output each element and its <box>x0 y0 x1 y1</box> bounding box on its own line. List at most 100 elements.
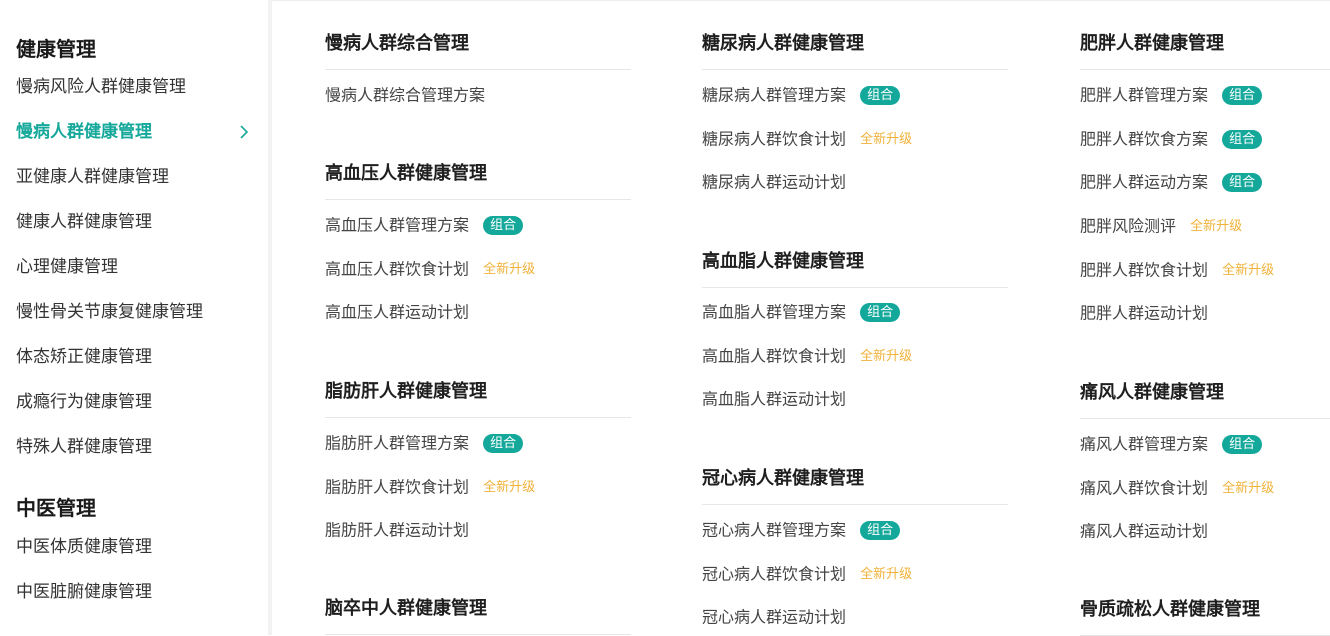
menu-item[interactable]: 冠心病人群管理方案 组合 <box>702 518 901 542</box>
menu-item[interactable]: 高血压人群运动计划 <box>325 300 469 324</box>
chevron-right-icon <box>240 125 249 139</box>
menu-item-label: 脂肪肝人群饮食计划 <box>325 477 470 497</box>
menu-item[interactable]: 高血压人群管理方案 组合 <box>325 213 524 237</box>
sidebar-heading-tcm: 中医管理 <box>16 496 96 520</box>
sidebar-item-tcm-constitution[interactable]: 中医体质健康管理 <box>16 535 252 559</box>
menu-item-label: 高血压人群饮食计划 <box>325 259 470 279</box>
upgrade-badge: 全新升级 <box>483 479 536 495</box>
combo-badge: 组合 <box>860 303 901 322</box>
menu-item-label: 冠心病人群运动计划 <box>702 607 847 627</box>
sidebar-item-label: 慢病人群健康管理 <box>16 122 152 142</box>
menu-item-label: 冠心病人群管理方案 <box>702 520 847 540</box>
menu-item-label: 肥胖人群饮食方案 <box>1080 129 1209 149</box>
combo-badge: 组合 <box>1222 130 1263 149</box>
menu-item-label: 糖尿病人群管理方案 <box>702 85 847 105</box>
menu-item[interactable]: 痛风人群管理方案 组合 <box>1080 432 1263 456</box>
menu-item[interactable]: 冠心病人群饮食计划 全新升级 <box>702 562 912 586</box>
menu-item[interactable]: 肥胖人群管理方案 组合 <box>1080 83 1263 107</box>
menu-item-label: 肥胖人群饮食计划 <box>1080 260 1209 280</box>
menu-item-label: 肥胖人群管理方案 <box>1080 85 1209 105</box>
menu-item-label: 高血脂人群饮食计划 <box>702 346 847 366</box>
upgrade-badge: 全新升级 <box>860 566 913 582</box>
section-gout: 痛风人群健康管理 痛风人群管理方案 组合 痛风人群饮食计划 全新升级 痛风人群运… <box>1080 381 1330 541</box>
section-diabetes: 糖尿病人群健康管理 糖尿病人群管理方案 组合 糖尿病人群饮食计划 全新升级 糖尿… <box>702 32 1008 192</box>
section-osteoporosis: 骨质疏松人群健康管理 <box>1080 598 1330 636</box>
menu-item-label: 高血脂人群运动计划 <box>702 389 847 409</box>
sidebar-item-healthy[interactable]: 健康人群健康管理 <box>16 210 252 234</box>
menu-item[interactable]: 糖尿病人群饮食计划 全新升级 <box>702 127 912 151</box>
upgrade-badge: 全新升级 <box>860 348 913 364</box>
combo-badge: 组合 <box>1222 173 1263 192</box>
menu-item-label: 脂肪肝人群运动计划 <box>325 520 470 540</box>
combo-badge: 组合 <box>483 216 524 235</box>
menu-item-label: 糖尿病人群饮食计划 <box>702 129 847 149</box>
menu-item[interactable]: 慢病人群综合管理方案 <box>325 83 485 107</box>
combo-badge: 组合 <box>483 434 524 453</box>
section-obesity: 肥胖人群健康管理 肥胖人群管理方案 组合 肥胖人群饮食方案 组合 肥胖人群运动方… <box>1080 32 1330 323</box>
upgrade-badge: 全新升级 <box>483 261 536 277</box>
sidebar-item-addiction[interactable]: 成瘾行为健康管理 <box>16 390 252 414</box>
section-title: 慢病人群综合管理 <box>325 32 631 70</box>
sidebar-item-chronic[interactable]: 慢病人群健康管理 <box>16 120 252 144</box>
menu-item[interactable]: 痛风人群饮食计划 全新升级 <box>1080 476 1274 500</box>
sidebar-heading-health: 健康管理 <box>16 37 96 61</box>
menu-item[interactable]: 高血脂人群饮食计划 全新升级 <box>702 344 912 368</box>
sidebar-item-mental[interactable]: 心理健康管理 <box>16 255 252 279</box>
section-stroke: 脑卒中人群健康管理 <box>325 597 631 635</box>
upgrade-badge: 全新升级 <box>860 131 913 147</box>
menu-item[interactable]: 糖尿病人群运动计划 <box>702 170 846 194</box>
section-title: 痛风人群健康管理 <box>1080 381 1330 419</box>
menu-item[interactable]: 肥胖风险测评 全新升级 <box>1080 214 1242 238</box>
sidebar-item-posture[interactable]: 体态矫正健康管理 <box>16 345 252 369</box>
menu-item[interactable]: 高血脂人群管理方案 组合 <box>702 300 901 324</box>
section-chronic-comprehensive: 慢病人群综合管理 慢病人群综合管理方案 <box>325 32 631 105</box>
menu-item-label: 糖尿病人群运动计划 <box>702 172 847 192</box>
menu-item-label: 冠心病人群饮食计划 <box>702 564 847 584</box>
menu-item-label: 痛风人群饮食计划 <box>1080 478 1209 498</box>
menu-item[interactable]: 肥胖人群运动方案 组合 <box>1080 170 1263 194</box>
menu-item[interactable]: 痛风人群运动计划 <box>1080 519 1208 543</box>
menu-item[interactable]: 冠心病人群运动计划 <box>702 605 846 629</box>
section-title: 脑卒中人群健康管理 <box>325 597 631 635</box>
section-title: 高血压人群健康管理 <box>325 162 631 200</box>
sidebar-item-special[interactable]: 特殊人群健康管理 <box>16 435 252 459</box>
menu-item-label: 脂肪肝人群管理方案 <box>325 433 470 453</box>
menu-item-label: 高血脂人群管理方案 <box>702 302 847 322</box>
combo-badge: 组合 <box>1222 435 1263 454</box>
sidebar-item-subhealth[interactable]: 亚健康人群健康管理 <box>16 165 252 189</box>
menu-item-label: 痛风人群运动计划 <box>1080 521 1209 541</box>
menu-item-label: 痛风人群管理方案 <box>1080 434 1209 454</box>
sidebar-item-joint[interactable]: 慢性骨关节康复健康管理 <box>16 300 252 324</box>
upgrade-badge: 全新升级 <box>1222 262 1275 278</box>
section-title: 糖尿病人群健康管理 <box>702 32 1008 70</box>
menu-item-label: 肥胖风险测评 <box>1080 216 1177 236</box>
sidebar: 健康管理 慢病风险人群健康管理 慢病人群健康管理 亚健康人群健康管理 健康人群健… <box>0 0 272 635</box>
menu-item-label: 高血压人群管理方案 <box>325 215 470 235</box>
menu-item[interactable]: 肥胖人群饮食方案 组合 <box>1080 127 1263 151</box>
menu-item[interactable]: 高血压人群饮食计划 全新升级 <box>325 257 535 281</box>
menu-item[interactable]: 脂肪肝人群管理方案 组合 <box>325 431 524 455</box>
sidebar-item-tcm-organ[interactable]: 中医脏腑健康管理 <box>16 580 252 604</box>
section-title: 肥胖人群健康管理 <box>1080 32 1330 70</box>
section-title: 脂肪肝人群健康管理 <box>325 380 631 418</box>
menu-item[interactable]: 肥胖人群饮食计划 全新升级 <box>1080 258 1274 282</box>
section-coronary: 冠心病人群健康管理 冠心病人群管理方案 组合 冠心病人群饮食计划 全新升级 冠心… <box>702 467 1008 627</box>
menu-item[interactable]: 高血脂人群运动计划 <box>702 387 846 411</box>
section-hypertension: 高血压人群健康管理 高血压人群管理方案 组合 高血压人群饮食计划 全新升级 高血… <box>325 162 631 322</box>
section-title: 冠心病人群健康管理 <box>702 467 1008 505</box>
section-title: 高血脂人群健康管理 <box>702 250 1008 288</box>
upgrade-badge: 全新升级 <box>1222 480 1275 496</box>
section-hyperlipidemia: 高血脂人群健康管理 高血脂人群管理方案 组合 高血脂人群饮食计划 全新升级 高血… <box>702 250 1008 409</box>
combo-badge: 组合 <box>860 521 901 540</box>
combo-badge: 组合 <box>1222 86 1263 105</box>
menu-item-label: 高血压人群运动计划 <box>325 302 470 322</box>
section-fatty-liver: 脂肪肝人群健康管理 脂肪肝人群管理方案 组合 脂肪肝人群饮食计划 全新升级 脂肪… <box>325 380 631 540</box>
menu-item[interactable]: 脂肪肝人群运动计划 <box>325 518 469 542</box>
menu-item[interactable]: 糖尿病人群管理方案 组合 <box>702 83 901 107</box>
menu-item-label: 慢病人群综合管理方案 <box>325 85 486 105</box>
combo-badge: 组合 <box>860 86 901 105</box>
sidebar-item-chronic-risk[interactable]: 慢病风险人群健康管理 <box>16 75 252 99</box>
menu-item-label: 肥胖人群运动计划 <box>1080 303 1209 323</box>
menu-item[interactable]: 肥胖人群运动计划 <box>1080 301 1208 325</box>
menu-item[interactable]: 脂肪肝人群饮食计划 全新升级 <box>325 475 535 499</box>
